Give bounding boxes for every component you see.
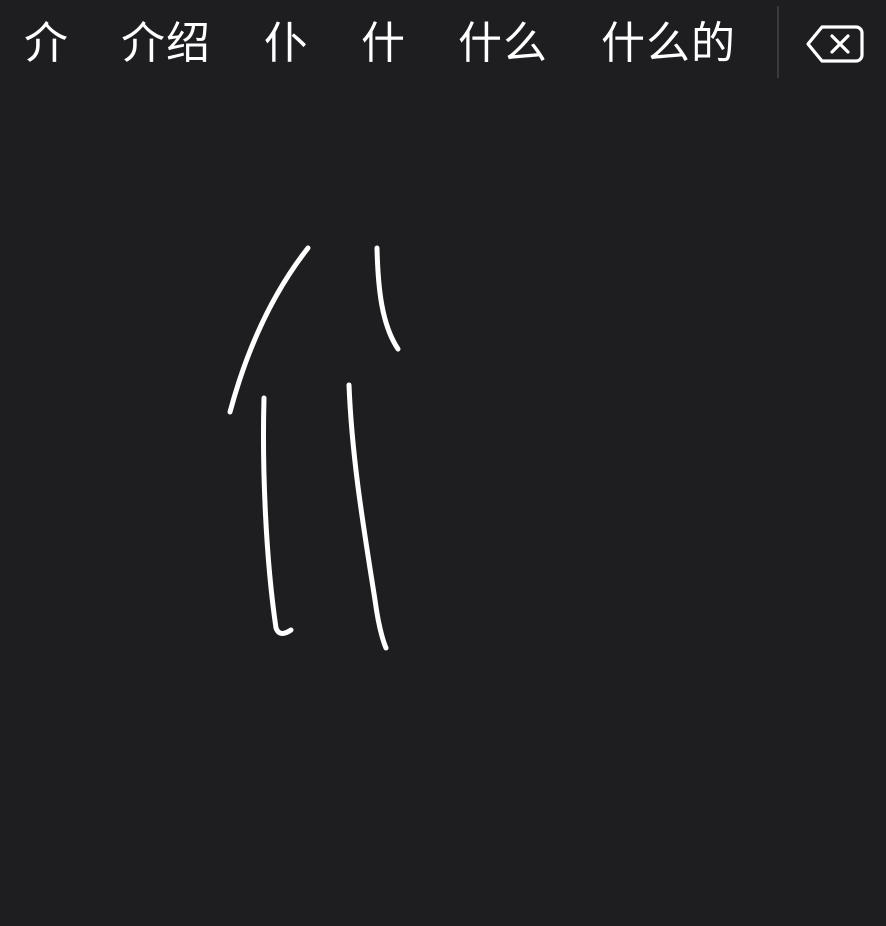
candidate-item[interactable]: 介绍 (121, 14, 211, 74)
candidate-item[interactable]: 什么 (458, 14, 548, 74)
delete-button[interactable] (800, 16, 868, 72)
candidate-item[interactable]: 什么的 (601, 14, 736, 74)
candidate-item[interactable]: 什 (361, 14, 406, 74)
candidate-divider (777, 6, 779, 78)
handwriting-strokes (227, 245, 401, 651)
ink-stroke (261, 395, 294, 636)
candidate-bar: 介 介绍 仆 什 什么 什么的 (0, 0, 886, 88)
ink-stroke (374, 245, 401, 352)
candidate-item[interactable]: 介 (24, 14, 69, 74)
ink-stroke (227, 245, 311, 415)
delete-backspace-icon (806, 25, 864, 63)
ink-stroke (346, 382, 389, 651)
candidate-item[interactable]: 仆 (264, 14, 309, 74)
handwriting-keyboard: 介 介绍 仆 什 什么 什么的 (0, 0, 886, 926)
handwriting-area[interactable] (0, 88, 886, 926)
